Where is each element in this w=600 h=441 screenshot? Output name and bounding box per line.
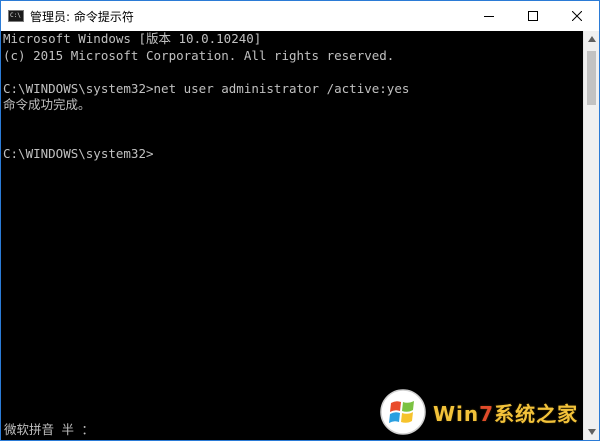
title-bar[interactable]: C:\ 管理员: 命令提示符: [1, 1, 599, 31]
ime-status: 微软拼音 半 ：: [4, 422, 95, 437]
console-line: (c) 2015 Microsoft Corporation. All righ…: [3, 48, 395, 63]
watermark-text-seven: 7: [479, 401, 495, 426]
scroll-up-button[interactable]: [584, 31, 599, 47]
maximize-icon: [528, 11, 538, 21]
scroll-thumb[interactable]: [587, 51, 596, 105]
watermark: Win7系统之家: [379, 386, 579, 438]
chevron-up-icon: [588, 36, 596, 42]
scroll-down-button[interactable]: [584, 424, 599, 440]
close-button[interactable]: [555, 1, 599, 31]
close-icon: [572, 11, 582, 21]
windows-logo-icon: [380, 389, 426, 435]
command-prompt-icon[interactable]: C:\: [8, 10, 24, 22]
cmd-window: C:\ 管理员: 命令提示符 Microsoft Windows [版本 10.…: [0, 0, 600, 441]
watermark-text-suffix: 系统之家: [494, 401, 579, 426]
watermark-text-prefix: Win: [433, 401, 480, 426]
command-prompt-line: C:\WINDOWS\system32>: [3, 146, 154, 161]
minimize-button[interactable]: [467, 1, 511, 31]
console-line: Microsoft Windows [版本 10.0.10240]: [3, 31, 262, 46]
chevron-down-icon: [588, 429, 596, 435]
console-line: C:\WINDOWS\system32>net user administrat…: [3, 81, 410, 96]
watermark-text: Win7系统之家: [433, 398, 578, 427]
window-title: 管理员: 命令提示符: [30, 9, 134, 24]
console-line: 命令成功完成。: [3, 97, 91, 112]
maximize-button[interactable]: [511, 1, 555, 31]
console-output[interactable]: Microsoft Windows [版本 10.0.10240] (c) 20…: [1, 31, 584, 440]
minimize-icon: [484, 16, 494, 17]
vertical-scrollbar[interactable]: [583, 31, 599, 440]
